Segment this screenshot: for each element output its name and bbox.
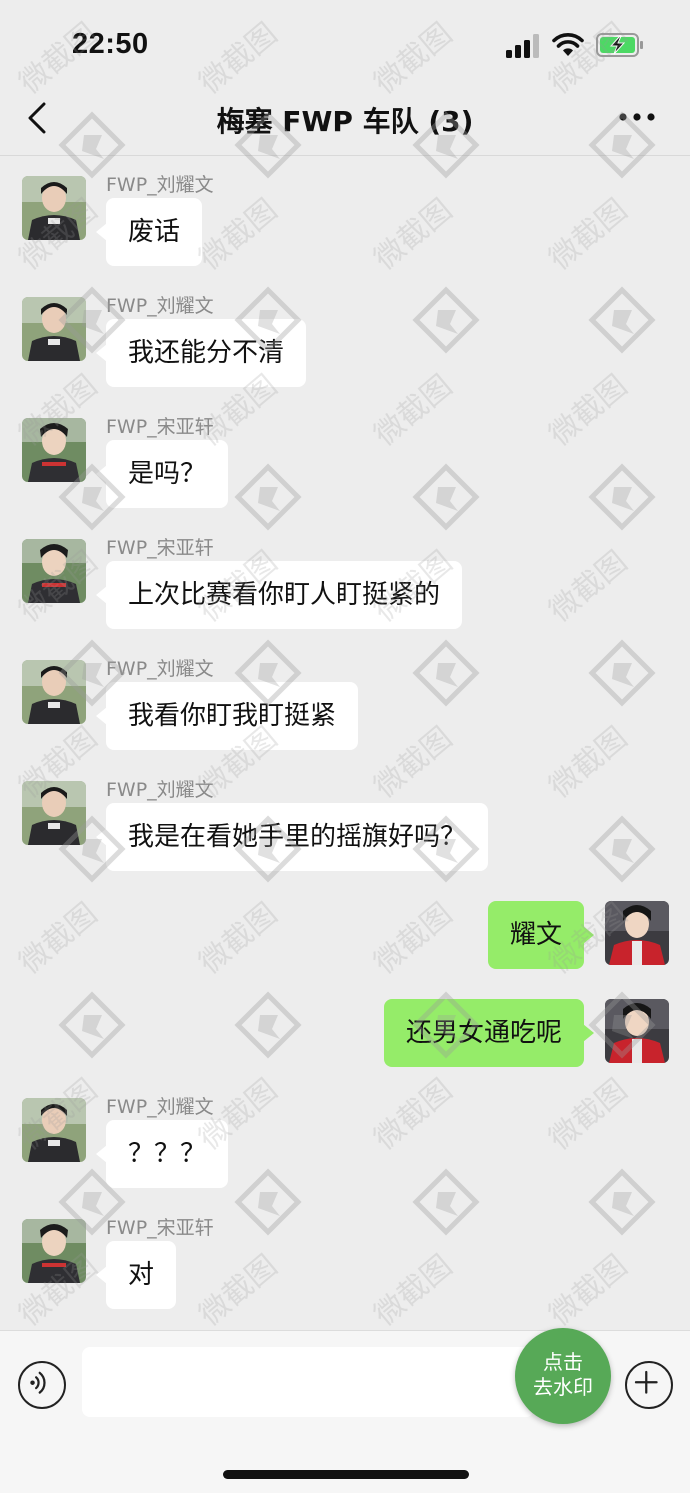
sender-name: FWP_刘耀文	[106, 1096, 214, 1118]
watermark-text: 微截图	[543, 720, 634, 805]
message-bubble[interactable]: 对	[95, 1241, 177, 1309]
message-bubble[interactable]: 是吗？	[95, 440, 229, 508]
watermark-text: 微截图	[543, 368, 634, 453]
watermark-text: 微截图	[543, 1248, 634, 1333]
wifi-icon	[552, 33, 584, 56]
home-indicator	[223, 1470, 469, 1479]
chat-header: 梅塞 FWP 车队 (3)	[0, 90, 690, 156]
sender-name: FWP_刘耀文	[106, 779, 214, 801]
remove-watermark-line2: 去水印	[533, 1375, 593, 1399]
sender-name: FWP_刘耀文	[106, 174, 214, 196]
message-bubble-outgoing[interactable]: 耀文	[487, 901, 595, 969]
remove-watermark-button[interactable]: 点击 去水印	[515, 1328, 611, 1424]
watermark-text: 微截图	[368, 192, 459, 277]
plus-icon[interactable]	[625, 1361, 673, 1409]
avatar-song-yaxuan[interactable]	[22, 539, 86, 603]
watermark-text: 微截图	[368, 720, 459, 805]
message-bubble[interactable]: 废话	[95, 198, 203, 266]
sender-name: FWP_宋亚轩	[106, 537, 214, 559]
cellular-signal-icon	[506, 34, 539, 58]
watermark-text: 微截图	[193, 1248, 284, 1333]
status-time: 22:50	[72, 28, 149, 60]
avatar-self[interactable]	[605, 999, 669, 1063]
watermark-text: 微截图	[193, 192, 284, 277]
sender-name: FWP_宋亚轩	[106, 1217, 214, 1239]
voice-icon[interactable]	[18, 1361, 66, 1409]
sender-name: FWP_刘耀文	[106, 658, 214, 680]
avatar-song-yaxuan[interactable]	[22, 418, 86, 482]
avatar-liu-yaowen[interactable]	[22, 781, 86, 845]
battery-charging-icon	[596, 33, 643, 57]
watermark-text: 微截图	[368, 1248, 459, 1333]
avatar-song-yaxuan[interactable]	[22, 1219, 86, 1283]
watermark-text: 微截图	[193, 896, 284, 981]
watermark-text: 微截图	[368, 368, 459, 453]
watermark-text: 微截图	[543, 192, 634, 277]
remove-watermark-line1: 点击	[543, 1350, 583, 1374]
status-bar: 22:50	[0, 0, 690, 90]
message-bubble-outgoing[interactable]: 还男女通吃呢	[383, 999, 595, 1067]
avatar-liu-yaowen[interactable]	[22, 660, 86, 724]
message-bubble[interactable]: 我还能分不清	[95, 319, 307, 387]
chat-title: 梅塞 FWP 车队 (3)	[216, 105, 474, 138]
avatar-self[interactable]	[605, 901, 669, 965]
message-bubble[interactable]: 上次比赛看你盯人盯挺紧的	[95, 561, 463, 629]
message-bubble[interactable]: ？？？	[95, 1120, 229, 1188]
avatar-liu-yaowen[interactable]	[22, 176, 86, 240]
watermark-text: 微截图	[543, 544, 634, 629]
message-input[interactable]	[82, 1347, 534, 1417]
watermark-text: 微截图	[13, 896, 104, 981]
avatar-liu-yaowen[interactable]	[22, 1098, 86, 1162]
watermark-text: 微截图	[368, 1072, 459, 1157]
message-bubble[interactable]: 我看你盯我盯挺紧	[95, 682, 359, 750]
watermark-text: 微截图	[368, 896, 459, 981]
sender-name: FWP_刘耀文	[106, 295, 214, 317]
watermark-text: 微截图	[543, 1072, 634, 1157]
avatar-liu-yaowen[interactable]	[22, 297, 86, 361]
more-dots-icon[interactable]	[614, 102, 660, 132]
sender-name: FWP_宋亚轩	[106, 416, 214, 438]
message-bubble[interactable]: 我是在看她手里的摇旗好吗？	[95, 803, 489, 871]
